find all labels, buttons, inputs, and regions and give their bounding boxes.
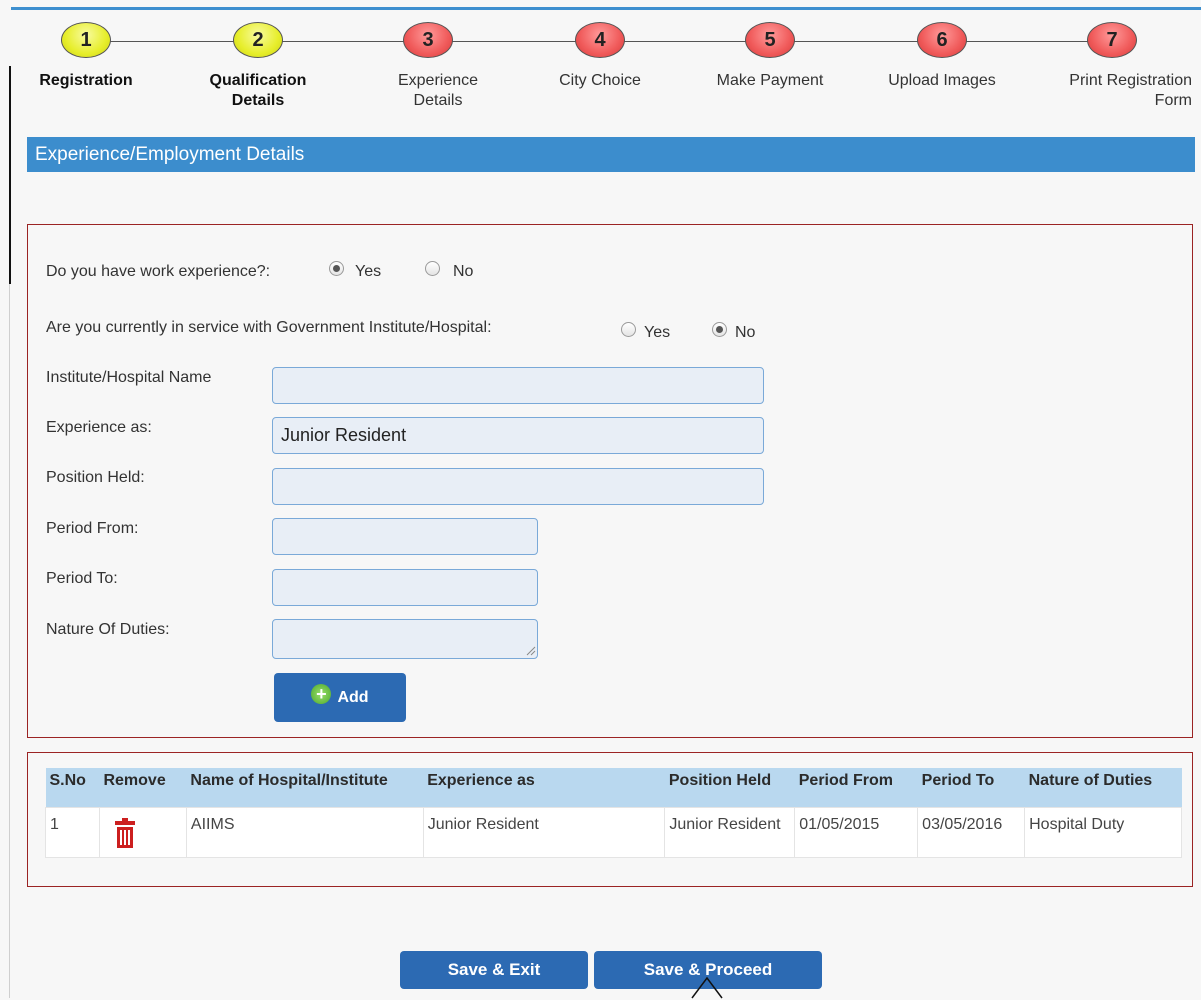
cell-experience-as: Junior Resident [422,806,666,858]
step-label: Registration [39,72,133,89]
step-qualification-details[interactable]: 2 Qualification Details [178,22,338,111]
step-registration[interactable]: 1 Registration [6,22,166,91]
period-to-label: Period To: [46,570,118,587]
experience-table-panel: S.No Remove Name of Hospital/Institute E… [27,752,1193,887]
step-experience-details[interactable]: 3 Experience Details [348,22,508,111]
col-header-period-from: Period From [794,768,918,807]
plus-circle-icon: + [311,683,332,704]
step-number: 7 [1087,22,1137,58]
step-label: Make Payment [716,72,824,89]
col-header-sno: S.No [45,768,100,807]
period-from-label: Period From: [46,520,139,537]
step-number: 3 [403,22,453,58]
experience-as-input[interactable]: Junior Resident [272,417,764,454]
gov-service-question: Are you currently in service with Govern… [46,319,492,336]
step-number: 6 [917,22,967,58]
col-header-remove: Remove [99,768,187,807]
gov-service-yes-label[interactable]: Yes [644,324,670,342]
step-number: 5 [745,22,795,58]
col-header-hospital: Name of Hospital/Institute [186,768,424,807]
gov-service-yes-radio[interactable] [621,322,636,337]
resize-handle-icon[interactable] [526,646,536,656]
work-experience-no-radio[interactable] [425,261,440,276]
institute-name-input[interactable] [272,367,764,404]
step-number: 1 [61,22,111,58]
position-held-input[interactable] [272,468,764,505]
step-label: Print Registration Form [1069,72,1192,109]
work-experience-no-label[interactable]: No [453,263,473,281]
step-label: City Choice [559,72,641,89]
table-row: 1 AIIMS Junior Resident Junior Resident … [45,806,1182,858]
step-city-choice[interactable]: 4 City Choice [520,22,680,91]
nature-of-duties-textarea[interactable] [272,619,538,659]
col-header-nature-of-duties: Nature of Duties [1024,768,1182,807]
cell-period-from: 01/05/2015 [794,806,919,858]
step-label: Experience Details [397,72,479,109]
col-header-period-to: Period To [917,768,1025,807]
work-experience-yes-radio[interactable] [329,261,344,276]
cell-hospital: AIIMS [185,806,424,858]
experience-table: S.No Remove Name of Hospital/Institute E… [45,768,1182,858]
add-button-label: Add [337,688,369,706]
cell-period-to: 03/05/2016 [917,806,1026,858]
period-from-input[interactable] [272,518,538,555]
step-label: Upload Images [888,72,996,89]
cell-position-held: Junior Resident [664,806,796,858]
mouse-cursor-icon [691,976,723,999]
cell-sno: 1 [45,806,100,858]
col-header-position-held: Position Held [664,768,795,807]
institute-label: Institute/Hospital Name [46,369,212,386]
step-make-payment[interactable]: 5 Make Payment [690,22,850,91]
step-number: 4 [575,22,625,58]
progress-stepper: 1 Registration 2 Qualification Details 3… [0,0,1201,120]
work-experience-question: Do you have work experience?: [46,263,271,280]
section-title: Experience/Employment Details [27,137,1195,172]
experience-form: Do you have work experience?: Yes No Are… [27,224,1193,738]
experience-as-label: Experience as: [46,419,152,436]
save-exit-button[interactable]: Save & Exit [400,951,588,989]
nature-of-duties-label: Nature Of Duties: [46,621,170,638]
col-header-experience-as: Experience as [423,768,665,807]
add-button[interactable]: + Add [274,673,406,722]
gov-service-no-radio[interactable] [712,322,727,337]
cell-remove [98,806,187,858]
step-number: 2 [233,22,283,58]
cell-nature-of-duties: Hospital Duty [1024,806,1182,858]
left-rule-light [9,284,10,998]
table-header-row: S.No Remove Name of Hospital/Institute E… [45,768,1182,807]
period-to-input[interactable] [272,569,538,606]
step-upload-images[interactable]: 6 Upload Images [862,22,1022,91]
trash-icon[interactable] [114,817,136,849]
position-held-label: Position Held: [46,469,145,486]
gov-service-no-label[interactable]: No [735,324,755,342]
work-experience-yes-label[interactable]: Yes [355,263,381,281]
step-print-registration-form[interactable]: 7 Print Registration Form [1032,22,1192,111]
step-label: Qualification Details [209,72,307,109]
